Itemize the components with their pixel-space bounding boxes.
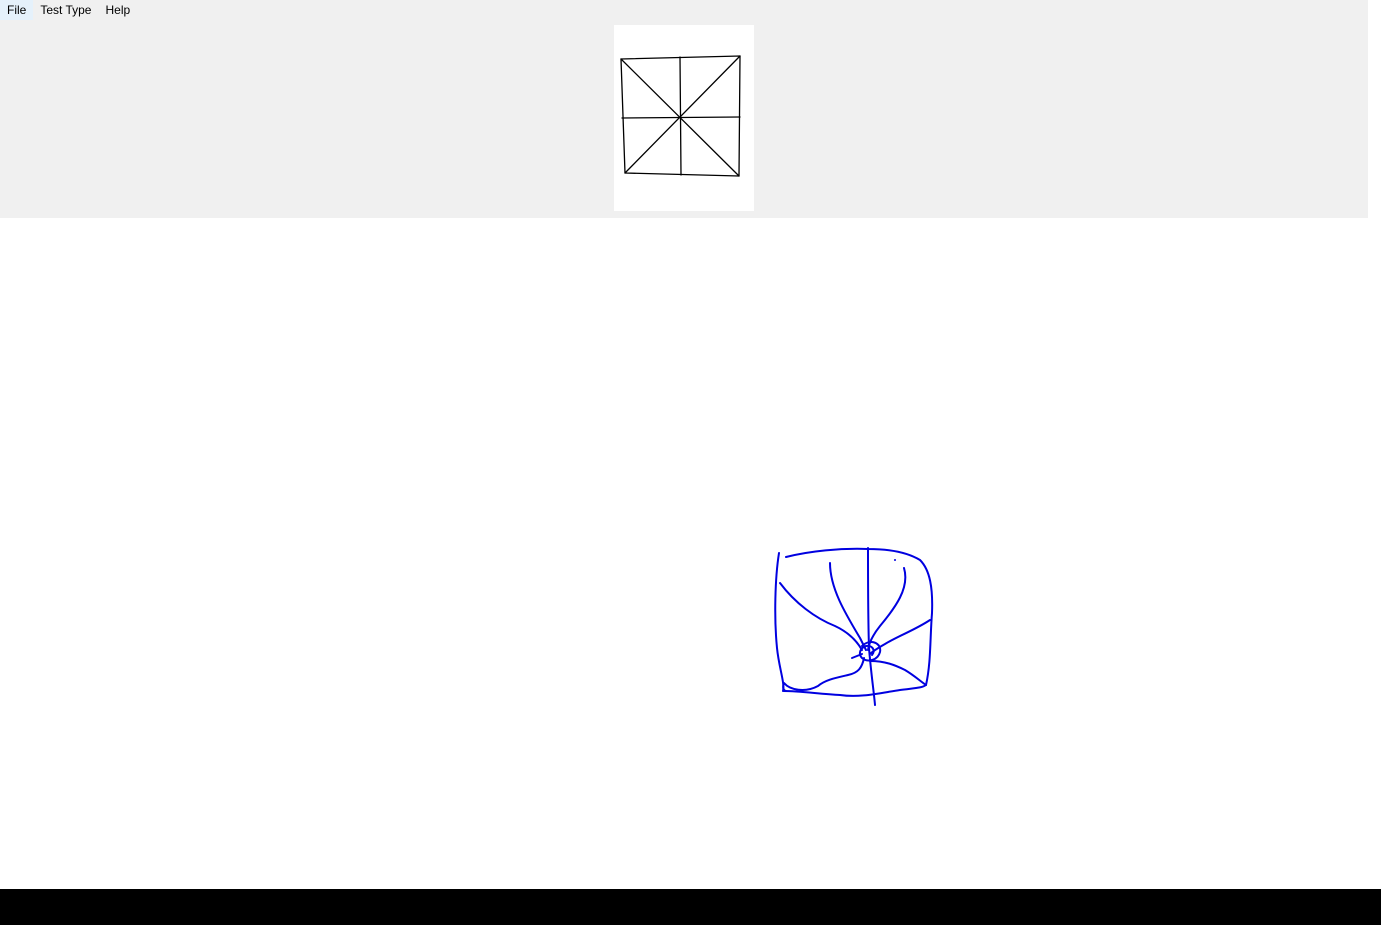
- menu-test-type[interactable]: Test Type: [33, 0, 98, 20]
- drawing-stroke-upper-left-1: [779, 582, 863, 651]
- drawing-stroke-top-edge: [785, 547, 934, 686]
- drawing-stroke-left-side: [774, 552, 785, 692]
- taskbar: [0, 889, 1381, 925]
- drawing-stroke-vertical: [867, 547, 876, 706]
- app-window: File Test Type Help: [0, 0, 1368, 889]
- user-drawing: [774, 547, 934, 706]
- menu-bar: File Test Type Help: [0, 0, 137, 20]
- drawing-stroke-upper-right: [867, 567, 907, 651]
- drawing-canvas[interactable]: [0, 218, 1368, 889]
- menu-help[interactable]: Help: [98, 0, 137, 20]
- drawing-stroke-upper-left-2: [829, 562, 867, 651]
- right-gutter: [1368, 0, 1381, 889]
- menu-file[interactable]: File: [0, 0, 34, 20]
- drawing-stroke-right-middle: [869, 619, 931, 655]
- reference-figure: [620, 55, 741, 177]
- drawing-stroke-lower-left: [782, 657, 865, 692]
- drawing-dot: [894, 559, 896, 561]
- reference-diagonal-2: [624, 55, 741, 174]
- header-area: File Test Type Help: [0, 0, 1368, 218]
- reference-figure-panel: [614, 25, 754, 211]
- drawing-stroke-lower-right: [869, 660, 927, 686]
